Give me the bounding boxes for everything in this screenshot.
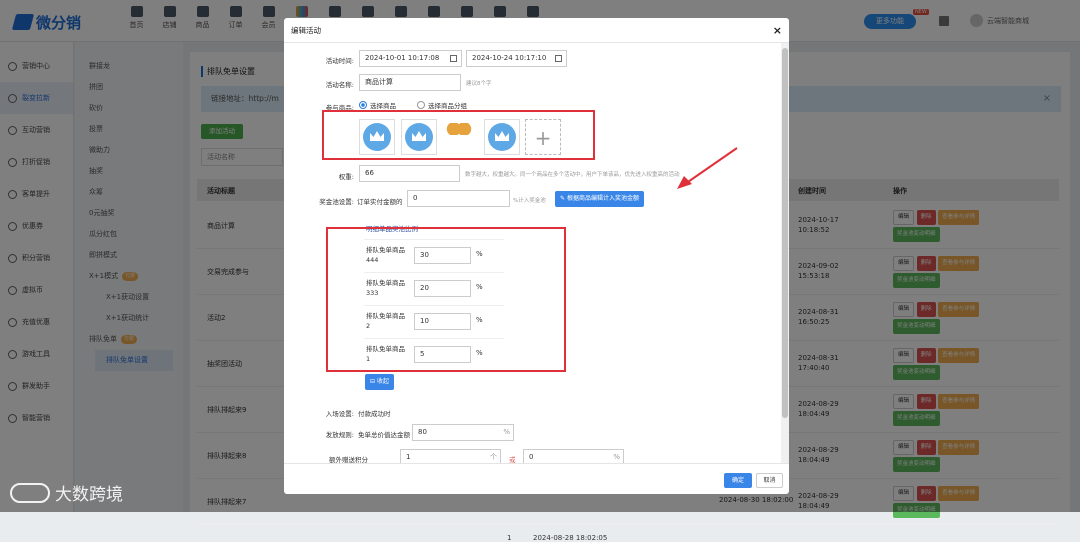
name-label: 活动名称:	[325, 81, 354, 89]
watermark: 大数跨境	[10, 480, 123, 505]
radio-select-products[interactable]: 选择商品	[359, 100, 396, 110]
confirm-button[interactable]: 确定	[724, 473, 752, 488]
close-button[interactable]: ×	[773, 18, 782, 43]
start-time-value: 2024-10-01 10:17:08	[365, 54, 440, 62]
radio-checked-icon	[359, 101, 367, 109]
cancel-button[interactable]: 取消	[756, 473, 783, 488]
rule-input[interactable]: 80%	[412, 424, 514, 441]
weight-input[interactable]: 66	[359, 165, 460, 182]
radio-icon	[417, 101, 425, 109]
watermark-logo-icon	[10, 482, 50, 503]
radio-select-group[interactable]: 选择商品分组	[417, 100, 467, 110]
product-pool-label: 根据商品编辑计入奖池金额	[566, 195, 639, 202]
rule-sub-label: 免单总价值达金额	[358, 431, 410, 439]
end-time-input[interactable]: 2024-10-24 10:17:10	[466, 50, 567, 67]
edit-icon: ✎	[560, 195, 567, 202]
collapse-button[interactable]: ⊟ 收起	[365, 374, 394, 390]
modal-scrollbar[interactable]	[781, 43, 789, 463]
collapse-label: 收起	[376, 378, 389, 385]
extra-value-input[interactable]: 0%	[523, 449, 624, 463]
rule-label: 发放规则:	[325, 431, 354, 439]
calendar-icon	[450, 55, 457, 62]
time-label: 活动时间:	[325, 57, 354, 65]
extra-points-input[interactable]: 1个	[400, 449, 501, 463]
entry-label: 入场设置:	[325, 410, 354, 418]
extra-points-value: 1	[406, 453, 411, 461]
pool-input[interactable]: 0	[407, 190, 510, 207]
modal-footer: 确定 取消	[284, 463, 789, 494]
entry-value: 付款成功时	[358, 410, 391, 418]
modal-title: 编辑活动	[291, 26, 321, 35]
annotation-arrow-icon	[677, 147, 738, 189]
rule-pct: %	[503, 428, 510, 436]
extra-start: 2024-08-28 18:02:05	[533, 534, 608, 542]
edit-activity-modal: 编辑活动 × 活动时间: 2024-10-01 10:17:08 2024-10-…	[284, 18, 789, 494]
watermark-text: 大数跨境	[55, 485, 123, 505]
or-label: 或	[509, 456, 516, 463]
modal-header: 编辑活动 ×	[284, 18, 789, 43]
extra-value-2: 0	[529, 453, 534, 461]
radio-label: 选择商品	[370, 102, 396, 110]
extra-pct: %	[613, 453, 620, 461]
start-time-input[interactable]: 2024-10-01 10:17:08	[359, 50, 462, 67]
pool-label: 奖金池设置:	[319, 198, 354, 206]
name-hint: 建议8个字	[466, 81, 492, 87]
extra-points-label: 额外赠送积分	[329, 456, 368, 463]
product-pool-button[interactable]: ✎ 根据商品编辑计入奖池金额	[555, 191, 644, 207]
collapse-icon: ⊟	[370, 378, 377, 385]
radio-label: 选择商品分组	[428, 102, 467, 110]
name-input[interactable]: 商品计算	[359, 74, 461, 91]
highlight-box	[326, 227, 566, 372]
end-time-value: 2024-10-24 10:17:10	[472, 54, 547, 62]
stepper-icon[interactable]: 个	[490, 450, 497, 463]
modal-body: 活动时间: 2024-10-01 10:17:08 2024-10-24 10:…	[284, 43, 781, 463]
scroll-thumb[interactable]	[782, 48, 788, 418]
pool-suffix: %计入奖金池	[513, 198, 546, 204]
pool-sub-label: 订单实付金额的	[357, 198, 403, 206]
extra-count: 1	[507, 534, 512, 542]
highlight-box	[322, 110, 595, 160]
calendar-icon	[555, 55, 562, 62]
weight-label: 权重:	[338, 173, 354, 181]
rule-value: 80	[418, 428, 427, 436]
